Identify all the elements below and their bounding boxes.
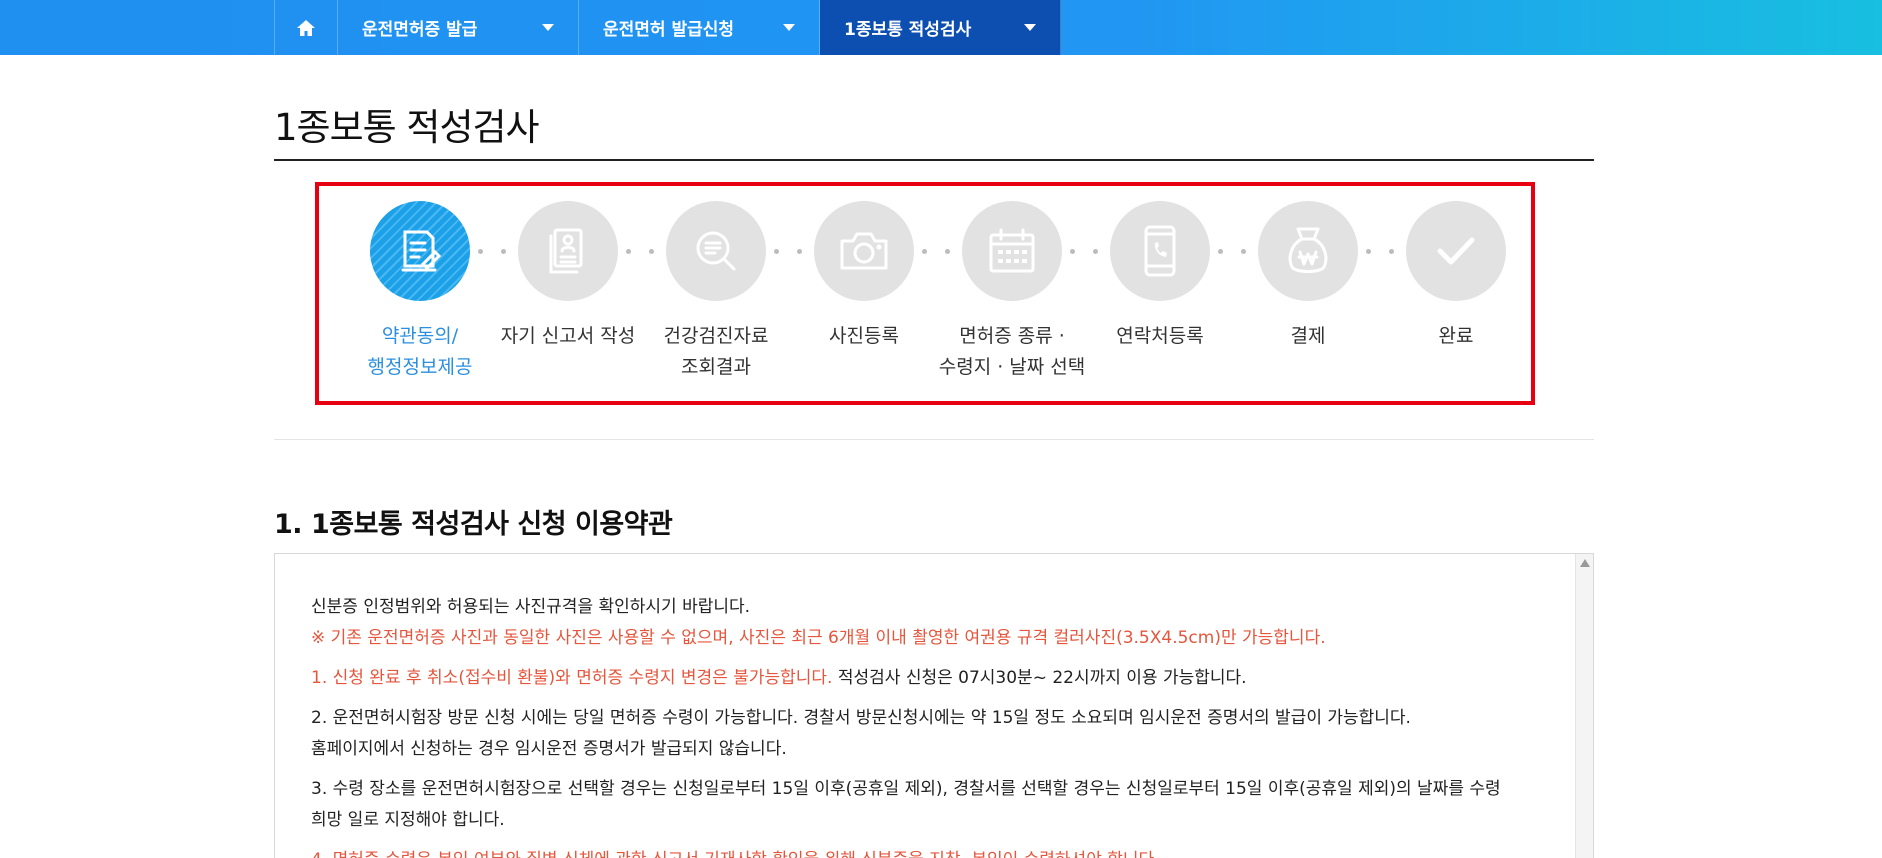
- terms-item-3-cont: 희망 일로 지정해야 합니다.: [311, 810, 505, 830]
- section-divider: [274, 439, 1594, 440]
- terms-item-4: 4. 면허증 수령은 본인 여부와 질병 신체에 관한 신고서 기재사항 확인을…: [311, 845, 1551, 858]
- step-self-report: 자기 신고서 작성: [493, 201, 643, 352]
- home-button[interactable]: [274, 0, 338, 55]
- step-circle: [1110, 201, 1210, 301]
- caret-down-icon: [1024, 24, 1036, 31]
- step-label: 사진등록: [829, 325, 899, 347]
- terms-text: 신분증 인정범위와 허용되는 사진규격을 확인하시기 바랍니다. ※ 기존 운전…: [311, 592, 1551, 858]
- terms-item-2: 2. 운전면허시험장 방문 신청 시에는 당일 면허증 수령이 가능합니다. 경…: [311, 708, 1411, 728]
- terms-item-3: 3. 수령 장소를 운전면허시험장으로 선택할 경우는 신청일로부터 15일 이…: [311, 779, 1501, 799]
- step-circle: [370, 201, 470, 301]
- won-bag-icon: [1288, 227, 1328, 273]
- scroll-up-arrow-icon[interactable]: [1580, 559, 1590, 567]
- step-label: 연락처등록: [1116, 325, 1204, 347]
- step-circle: [814, 201, 914, 301]
- terms-intro: 신분증 인정범위와 허용되는 사진규격을 확인하시기 바랍니다.: [311, 597, 751, 617]
- step-label: 결제: [1290, 325, 1326, 347]
- progress-steps: 약관동의/ 행정정보제공 자기 신고서 작성 건강검진자료 조회결과 사진등록 …: [315, 182, 1535, 405]
- step-photo: 사진등록: [789, 201, 939, 352]
- nav-item-label: 운전면허 발급신청: [603, 20, 735, 40]
- step-label: 약관동의/ 행정정보제공: [367, 325, 473, 378]
- top-navigation-bar: 운전면허증 발급 운전면허 발급신청 1종보통 적성검사: [0, 0, 1882, 55]
- step-label: 면허증 종류 · 수령지 · 날짜 선택: [938, 325, 1086, 378]
- nav-item-label: 운전면허증 발급: [362, 20, 478, 40]
- step-circle: [518, 201, 618, 301]
- nav-item-license-application[interactable]: 운전면허 발급신청: [579, 0, 820, 55]
- nav-item-label: 1종보통 적성검사: [844, 20, 972, 40]
- terms-content-box[interactable]: 신분증 인정범위와 허용되는 사진규격을 확인하시기 바랍니다. ※ 기존 운전…: [274, 553, 1594, 858]
- caret-down-icon: [542, 24, 554, 31]
- step-label: 건강검진자료 조회결과: [663, 325, 769, 378]
- caret-down-icon: [783, 24, 795, 31]
- step-license-type: 면허증 종류 · 수령지 · 날짜 선택: [937, 201, 1087, 383]
- nav-item-license-issue[interactable]: 운전면허증 발급: [338, 0, 579, 55]
- step-health-check: 건강검진자료 조회결과: [641, 201, 791, 383]
- section-title: 1. 1종보통 적성검사 신청 이용약관: [274, 509, 673, 540]
- breadcrumb-nav: 운전면허증 발급 운전면허 발급신청 1종보통 적성검사: [274, 0, 1061, 55]
- document-edit-icon: [401, 230, 442, 272]
- step-circle: [1258, 201, 1358, 301]
- step-payment: 결제: [1233, 201, 1383, 352]
- page-title: 1종보통 적성검사: [274, 106, 540, 149]
- camera-icon: [840, 232, 888, 270]
- step-label: 완료: [1438, 325, 1474, 347]
- step-contact: 연락처등록: [1085, 201, 1235, 352]
- step-circle: [962, 201, 1062, 301]
- search-list-icon: [696, 231, 736, 271]
- check-icon: [1437, 237, 1475, 265]
- nav-item-aptitude-test[interactable]: 1종보통 적성검사: [820, 0, 1061, 55]
- step-label: 자기 신고서 작성: [500, 325, 636, 347]
- terms-item-1: 1. 신청 완료 후 취소(접수비 환불)와 면허증 수령지 변경은 불가능합니…: [311, 668, 1247, 688]
- phone-icon: [1144, 225, 1176, 277]
- terms-scrollbar[interactable]: [1575, 554, 1593, 858]
- step-circle: [666, 201, 766, 301]
- terms-item-2-cont: 홈페이지에서 신청하는 경우 임시운전 증명서가 발급되지 않습니다.: [311, 739, 787, 759]
- step-terms-agreement: 약관동의/ 행정정보제공: [345, 201, 495, 383]
- home-icon: [297, 19, 315, 36]
- step-circle: [1406, 201, 1506, 301]
- step-complete: 완료: [1381, 201, 1531, 352]
- calendar-icon: [989, 228, 1035, 273]
- title-divider: [274, 159, 1594, 161]
- id-document-icon: [549, 228, 583, 274]
- terms-notice: ※ 기존 운전면허증 사진과 동일한 사진은 사용할 수 없으며, 사진은 최근…: [311, 628, 1326, 648]
